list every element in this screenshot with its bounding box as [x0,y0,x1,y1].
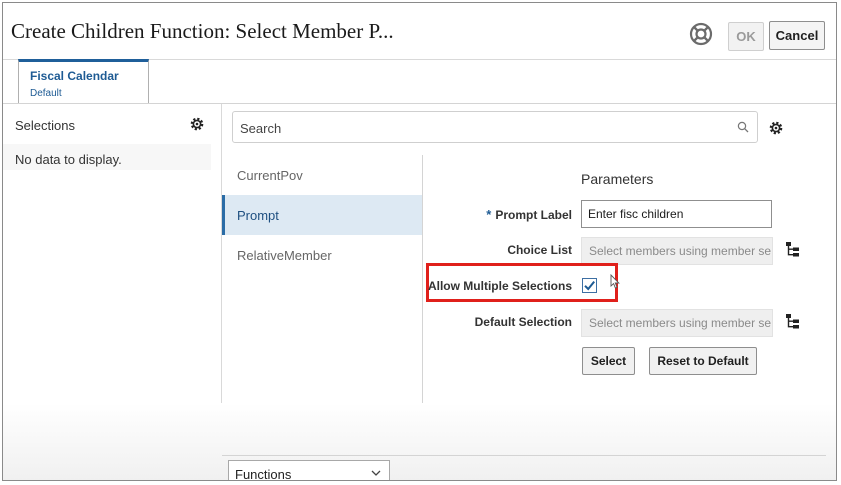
parameters-heading: Parameters [581,171,654,187]
dialog-title: Create Children Function: Select Member … [11,19,394,43]
functions-dropdown[interactable]: Functions [228,460,390,481]
nav-item-label: CurrentPov [237,168,303,183]
choice-list-input[interactable]: Select members using member se [581,237,773,265]
nav-item-label: RelativeMember [237,248,332,263]
prompt-label-text: Prompt Label [495,208,572,222]
nav-item-prompt[interactable]: Prompt [222,195,422,235]
help-icon[interactable] [689,22,713,46]
member-selector-icon[interactable] [785,241,801,257]
nav-item-relativemember[interactable]: RelativeMember [222,235,422,275]
functions-label: Functions [235,467,292,481]
mouse-cursor-icon [610,274,620,289]
cancel-button[interactable]: Cancel [769,21,825,50]
reset-default-button[interactable]: Reset to Default [649,347,757,375]
prompt-label-field-label: * Prompt Label [486,207,572,222]
allow-multiple-label: Allow Multiple Selections [427,279,572,293]
nav-item-currentpov[interactable]: CurrentPov [222,155,422,195]
search-input[interactable]: Search [232,111,758,143]
pane-divider [422,155,423,443]
tab-sublabel: Default [30,88,62,99]
search-placeholder: Search [240,121,282,136]
checkmark-icon [584,280,595,291]
dialog-window: Create Children Function: Select Member … [2,2,837,481]
member-selector-icon[interactable] [785,313,801,329]
footer-divider [222,455,826,456]
prompt-label-input[interactable]: Enter fisc children [581,200,772,228]
footer-background [3,403,836,480]
ok-button[interactable]: OK [728,22,764,51]
selections-label: Selections [15,118,75,133]
chevron-down-icon [371,470,381,476]
empty-message: No data to display. [15,152,122,167]
required-icon: * [486,207,492,222]
default-selection-input[interactable]: Select members using member se [581,309,773,337]
tab-label: Fiscal Calendar [30,69,119,83]
dialog-header: Create Children Function: Select Member … [3,3,836,60]
search-gear-icon[interactable] [768,120,784,136]
choice-list-label: Choice List [507,243,572,257]
select-button[interactable]: Select [582,347,635,375]
search-icon[interactable] [737,121,749,133]
dimension-tabs: Fiscal Calendar Default [3,59,836,104]
allow-multiple-checkbox[interactable] [582,278,597,293]
default-selection-label: Default Selection [474,315,572,329]
nav-item-label: Prompt [237,208,279,223]
selections-gear-icon[interactable] [189,116,205,132]
tab-fiscal-calendar[interactable]: Fiscal Calendar Default [18,59,149,103]
